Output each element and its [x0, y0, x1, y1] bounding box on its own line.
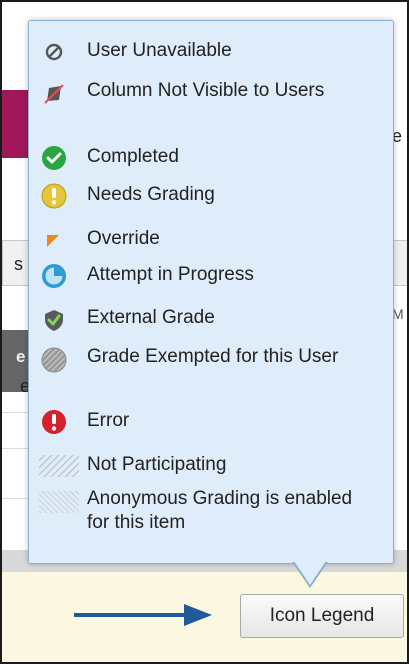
completed-icon [42, 146, 66, 170]
annotation-arrow-icon [74, 604, 212, 626]
legend-label: Not Participating [87, 454, 227, 475]
legend-label: Completed [87, 146, 179, 167]
legend-label: Attempt in Progress [87, 264, 254, 285]
column-not-visible-icon [44, 84, 64, 104]
screen-frame: e s M e e User Unavailable Column Not Vi… [0, 0, 409, 664]
grade-exempted-icon [41, 347, 67, 373]
error-icon [42, 410, 66, 434]
legend-label: Needs Grading [87, 184, 215, 205]
legend-label: User Unavailable [87, 40, 232, 61]
legend-label: Error [87, 410, 130, 431]
icon-legend-popup: User Unavailable Column Not Visible to U… [28, 20, 394, 564]
external-grade-icon [45, 310, 63, 331]
not-participating-icon [39, 455, 79, 477]
popup-pointer-fill [294, 561, 326, 585]
grid-header-fragment-text: e [16, 347, 26, 366]
legend-label: Column Not Visible to Users [87, 80, 325, 101]
legend-label: Anonymous Grading is enabled for this it… [87, 488, 353, 533]
needs-grading-icon [41, 183, 67, 209]
user-unavailable-icon [45, 43, 63, 61]
legend-label: External Grade [87, 307, 215, 328]
attempt-in-progress-icon [42, 264, 66, 288]
override-icon [47, 235, 59, 247]
anonymous-grading-icon [39, 491, 79, 513]
toolbar-button-fragment-text: s [14, 254, 23, 274]
legend-label: Grade Exempted for this User [87, 346, 339, 367]
legend-label: Override [87, 228, 160, 249]
icon-legend-button[interactable]: Icon Legend [240, 594, 404, 638]
